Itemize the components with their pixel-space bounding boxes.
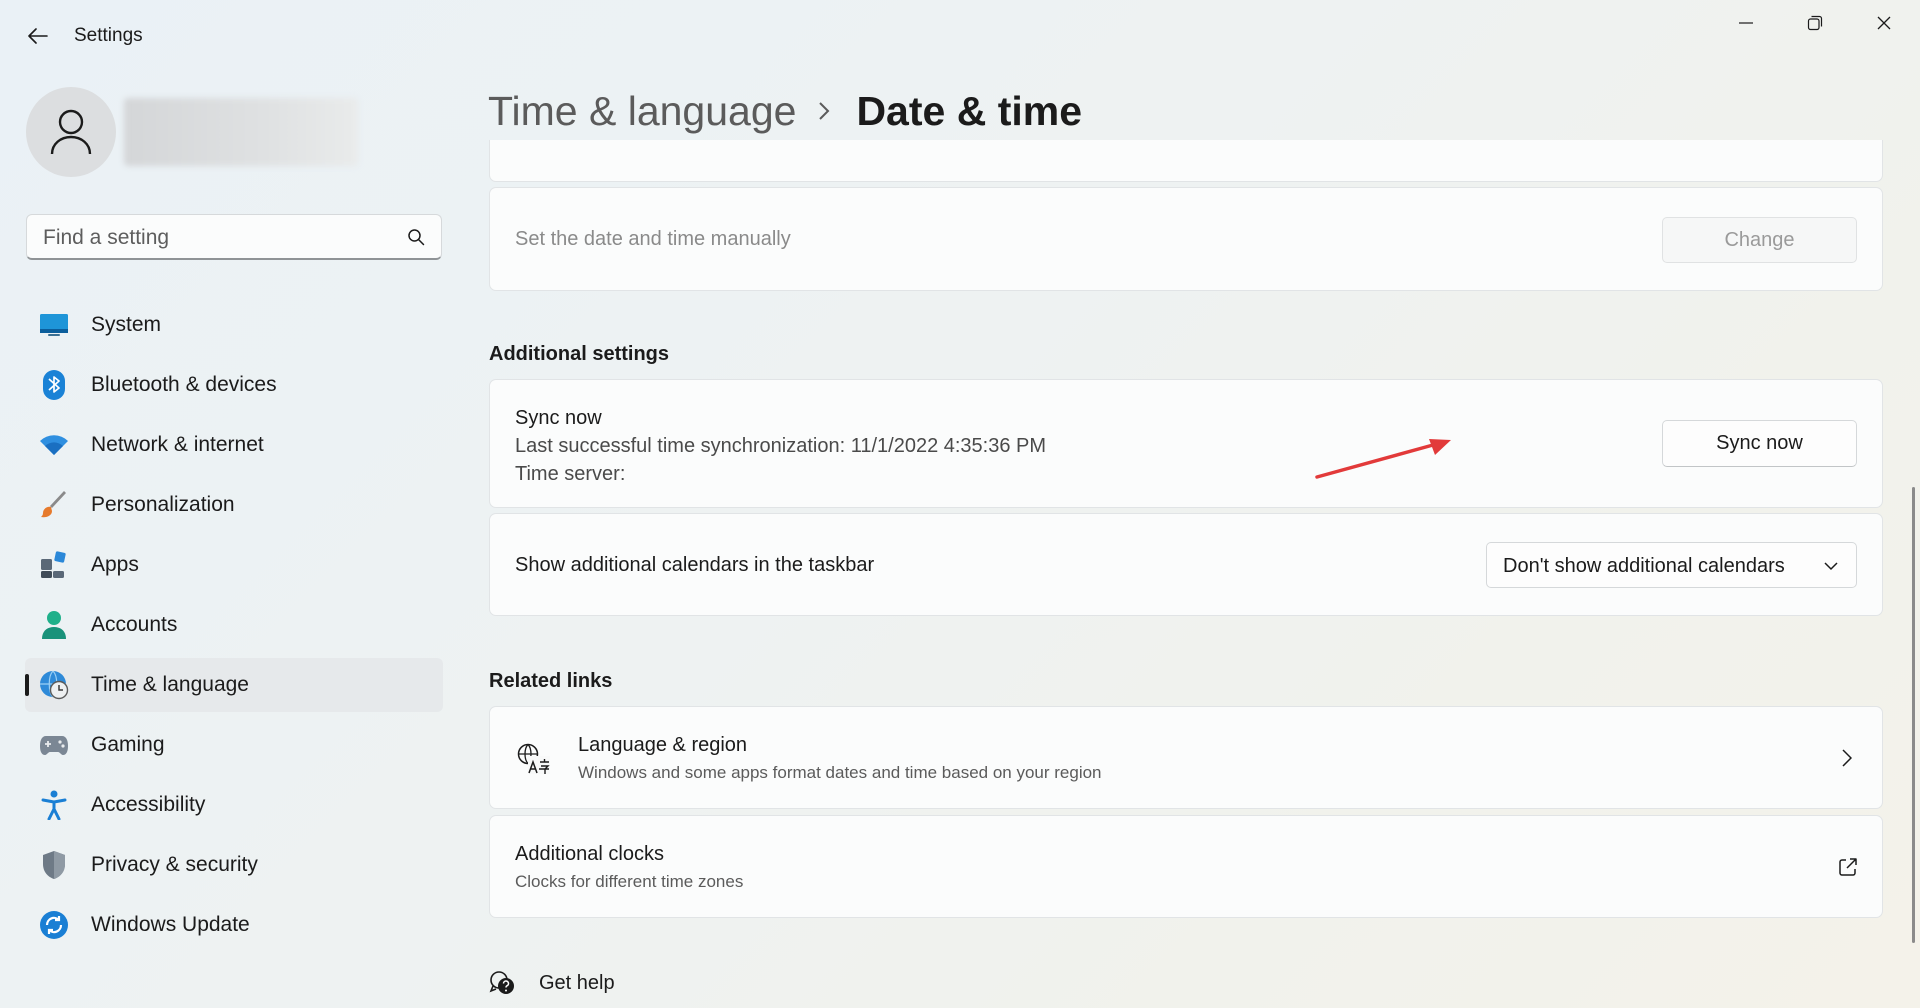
sidebar-item-accessibility[interactable]: Accessibility: [25, 778, 443, 832]
chevron-right-icon: [818, 101, 830, 121]
get-help-link[interactable]: Get help: [489, 968, 649, 1000]
sidebar-item-time-language[interactable]: Time & language: [25, 658, 443, 712]
back-button[interactable]: [18, 16, 58, 56]
section-title-additional: Additional settings: [489, 343, 669, 365]
accessibility-icon: [39, 790, 69, 820]
sidebar-item-label: Windows Update: [91, 913, 250, 936]
language-region-card[interactable]: Language & region Windows and some apps …: [489, 706, 1883, 809]
brush-icon: [39, 490, 69, 520]
minimize-button[interactable]: [1712, 0, 1780, 46]
open-external-icon: [1839, 858, 1857, 876]
sidebar-item-apps[interactable]: Apps: [25, 538, 443, 592]
title-bar: Settings: [0, 0, 1920, 72]
sidebar-item-label: Apps: [91, 553, 139, 576]
avatar[interactable]: [26, 87, 116, 177]
sidebar-item-label: Accessibility: [91, 793, 206, 816]
sidebar-item-privacy[interactable]: Privacy & security: [25, 838, 443, 892]
sidebar-item-label: Personalization: [91, 493, 235, 516]
calendars-dropdown[interactable]: Don't show additional calendars: [1486, 542, 1857, 588]
breadcrumb: Time & language Date & time: [488, 86, 1082, 136]
search-input[interactable]: [41, 215, 405, 261]
bluetooth-icon: [39, 370, 69, 400]
wifi-icon: [39, 430, 69, 460]
username-redacted: [124, 98, 358, 166]
close-button[interactable]: [1850, 0, 1918, 46]
user-icon: [50, 109, 92, 155]
gamepad-icon: [39, 730, 69, 760]
sidebar-nav: System Bluetooth & devices Network & int…: [25, 298, 443, 958]
sidebar-item-windows-update[interactable]: Windows Update: [25, 898, 443, 952]
language-region-subtitle: Windows and some apps format dates and t…: [578, 763, 1102, 782]
sidebar-item-gaming[interactable]: Gaming: [25, 718, 443, 772]
sidebar-item-label: Gaming: [91, 733, 165, 756]
sidebar-item-personalization[interactable]: Personalization: [25, 478, 443, 532]
card-partial: [489, 140, 1883, 182]
apps-icon: [39, 550, 69, 580]
system-icon: [39, 310, 69, 340]
sidebar-item-network[interactable]: Network & internet: [25, 418, 443, 472]
sync-card: Sync now Last successful time synchroniz…: [489, 379, 1883, 508]
sidebar-item-label: Accounts: [91, 613, 178, 636]
restore-icon: [1807, 15, 1823, 31]
chevron-right-icon: [1842, 749, 1852, 767]
manual-time-card: Set the date and time manually Change: [489, 187, 1883, 291]
language-icon: [517, 743, 550, 774]
help-icon: [489, 971, 514, 994]
additional-clocks-card[interactable]: Additional clocks Clocks for different t…: [489, 815, 1883, 918]
manual-time-label: Set the date and time manually: [515, 228, 791, 250]
sidebar-item-system[interactable]: System: [25, 298, 443, 352]
sidebar-item-label: Time & language: [91, 673, 249, 696]
update-icon: [39, 910, 69, 940]
sidebar-item-label: Bluetooth & devices: [91, 373, 277, 396]
sidebar-item-bluetooth[interactable]: Bluetooth & devices: [25, 358, 443, 412]
breadcrumb-parent[interactable]: Time & language: [488, 88, 796, 135]
get-help-label: Get help: [539, 972, 615, 994]
search-icon[interactable]: [407, 228, 425, 246]
page-title: Date & time: [856, 87, 1083, 134]
minimize-icon: [1739, 22, 1753, 24]
chevron-down-icon: [1824, 562, 1838, 571]
additional-clocks-subtitle: Clocks for different time zones: [515, 872, 744, 891]
section-title-related: Related links: [489, 670, 613, 692]
sidebar-item-label: System: [91, 313, 162, 336]
annotation-arrow-icon: [1315, 439, 1451, 479]
last-sync-text: Last successful time synchronization: 11…: [515, 435, 1047, 457]
shield-icon: [39, 850, 69, 880]
close-icon: [1877, 16, 1891, 30]
scrollbar[interactable]: [1912, 487, 1915, 943]
calendars-label: Show additional calendars in the taskbar: [515, 554, 875, 576]
sidebar-item-accounts[interactable]: Accounts: [25, 598, 443, 652]
additional-clocks-title: Additional clocks: [515, 843, 664, 865]
sync-now-button[interactable]: Sync now: [1662, 420, 1857, 467]
sidebar-item-label: Privacy & security: [91, 853, 258, 876]
calendars-dropdown-value: Don't show additional calendars: [1503, 555, 1785, 577]
restore-button[interactable]: [1781, 0, 1849, 46]
sidebar-item-label: Network & internet: [91, 433, 264, 456]
time-server-text: Time server:: [515, 463, 626, 485]
language-region-title: Language & region: [578, 734, 748, 756]
app-title: Settings: [74, 25, 143, 46]
globe-clock-icon: [39, 670, 69, 700]
search-box[interactable]: [26, 214, 442, 261]
back-arrow-icon: [28, 28, 48, 44]
change-button[interactable]: Change: [1662, 217, 1857, 263]
calendars-card: Show additional calendars in the taskbar…: [489, 513, 1883, 616]
sync-title: Sync now: [515, 407, 602, 429]
accounts-icon: [39, 610, 69, 640]
